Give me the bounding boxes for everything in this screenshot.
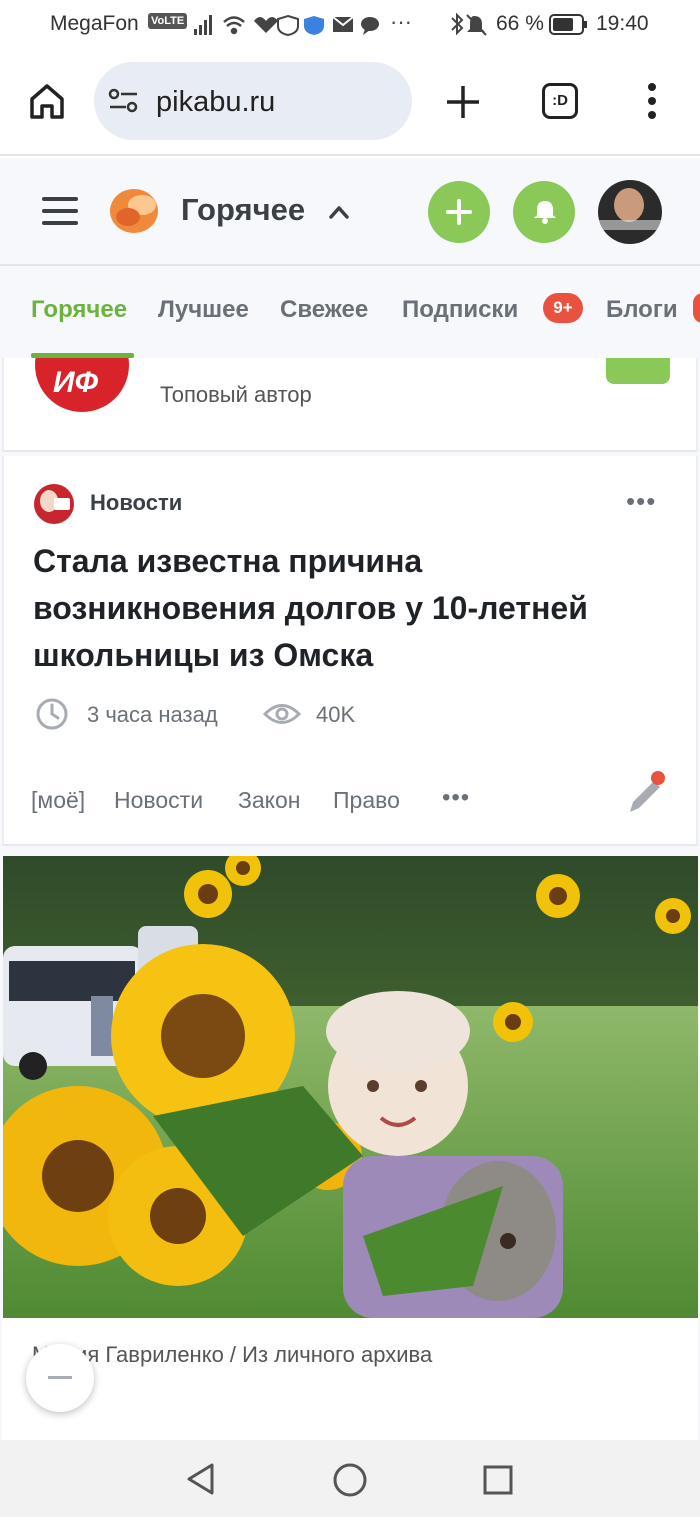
tab-blogs[interactable]: Блоги: [606, 296, 678, 324]
post-options-icon[interactable]: •••: [626, 486, 656, 517]
back-nav-icon[interactable]: [184, 1462, 218, 1496]
blogs-badge: [693, 293, 700, 323]
author-logo-text: ИФ: [53, 366, 98, 399]
site-settings-icon[interactable]: [108, 86, 140, 116]
clock-icon: [36, 698, 68, 730]
volte-badge: VoLTE: [148, 13, 188, 29]
more-tags-icon[interactable]: •••: [442, 784, 470, 812]
bt-mute-icons: [451, 12, 487, 36]
subscriptions-badge: 9+: [543, 293, 583, 323]
pikabu-logo-icon[interactable]: [108, 185, 162, 235]
browser-toolbar: pikabu.ru :D: [0, 50, 700, 156]
divider: [2, 844, 698, 846]
author-card: ИФ Топовый автор: [2, 358, 698, 452]
bluetooth-icon: [451, 12, 464, 36]
recents-nav-icon[interactable]: [482, 1464, 514, 1496]
carrier-name: MegaFon: [50, 12, 139, 35]
new-tab-icon[interactable]: [445, 84, 481, 120]
plus-icon: [446, 199, 472, 225]
bell-icon: [534, 201, 556, 224]
tab-fresh[interactable]: Свежее: [280, 296, 368, 324]
signal-icon: [194, 15, 212, 35]
tab-hot[interactable]: Горячее: [31, 296, 127, 324]
status-bar: MegaFon VoLTE ··· 66 % 19:40: [0, 0, 700, 50]
tab-subscriptions[interactable]: Подписки: [402, 296, 518, 324]
user-avatar[interactable]: [598, 180, 662, 244]
bell-off-icon: [466, 14, 487, 36]
browser-menu-icon[interactable]: [644, 82, 660, 120]
clock: 19:40: [596, 12, 649, 35]
post-title[interactable]: Стала известна причина возникновения дол…: [33, 538, 653, 679]
shield-icon: [277, 14, 299, 37]
battery-percent: 66 %: [496, 12, 544, 35]
shield-blue-icon: [304, 16, 324, 35]
tag-mine[interactable]: [моё]: [31, 787, 85, 814]
tab-switcher-button[interactable]: :D: [542, 83, 578, 119]
community-name[interactable]: Новости: [90, 490, 182, 516]
author-subtitle: Топовый автор: [160, 382, 312, 407]
notifications-button[interactable]: [513, 181, 575, 243]
status-icons: [194, 14, 379, 37]
photo-caption: Мария Гавриленко / Из личного архива: [32, 1342, 433, 1367]
tab-best[interactable]: Лучшее: [158, 296, 249, 324]
tag-news[interactable]: Новости: [114, 787, 203, 814]
collapse-button[interactable]: [26, 1344, 94, 1412]
feed: ИФ Топовый автор Новости ••• Стала извес…: [0, 358, 700, 1440]
hamburger-menu-icon[interactable]: [42, 195, 78, 227]
address-bar[interactable]: pikabu.ru: [94, 62, 412, 140]
tag-law[interactable]: Закон: [238, 787, 301, 814]
post-time: 3 часа назад: [87, 702, 218, 727]
views-icon: [263, 704, 301, 724]
page-title[interactable]: Горячее: [181, 192, 305, 228]
subscribe-button[interactable]: [606, 358, 670, 384]
feed-tabs: Горячее Лучшее Свежее Подписки 9+ Блоги: [0, 266, 700, 358]
chevron-up-icon[interactable]: [328, 204, 350, 220]
home-icon[interactable]: [28, 82, 66, 120]
heart-icon: [254, 17, 278, 33]
chat-icon: [361, 17, 379, 35]
author-logo[interactable]: ИФ: [35, 358, 129, 412]
home-nav-icon[interactable]: [332, 1462, 368, 1498]
wifi-icon: [223, 16, 245, 35]
minus-icon: [48, 1376, 72, 1379]
url-text[interactable]: pikabu.ru: [156, 86, 275, 119]
post-photo[interactable]: [3, 856, 698, 1318]
add-post-button[interactable]: [428, 181, 490, 243]
system-navigation-bar: [0, 1440, 700, 1517]
more-status-icon: ···: [390, 9, 412, 34]
photo-caption-area: Мария Гавриленко / Из личного архива: [2, 1318, 698, 1440]
mail-icon: [332, 16, 354, 32]
battery-icon: [549, 14, 587, 35]
site-header: Горячее: [0, 158, 700, 266]
tag-right[interactable]: Право: [333, 787, 400, 814]
community-avatar[interactable]: [34, 484, 74, 524]
post-views: 40K: [316, 702, 356, 727]
edit-pencil-icon[interactable]: [622, 768, 668, 818]
